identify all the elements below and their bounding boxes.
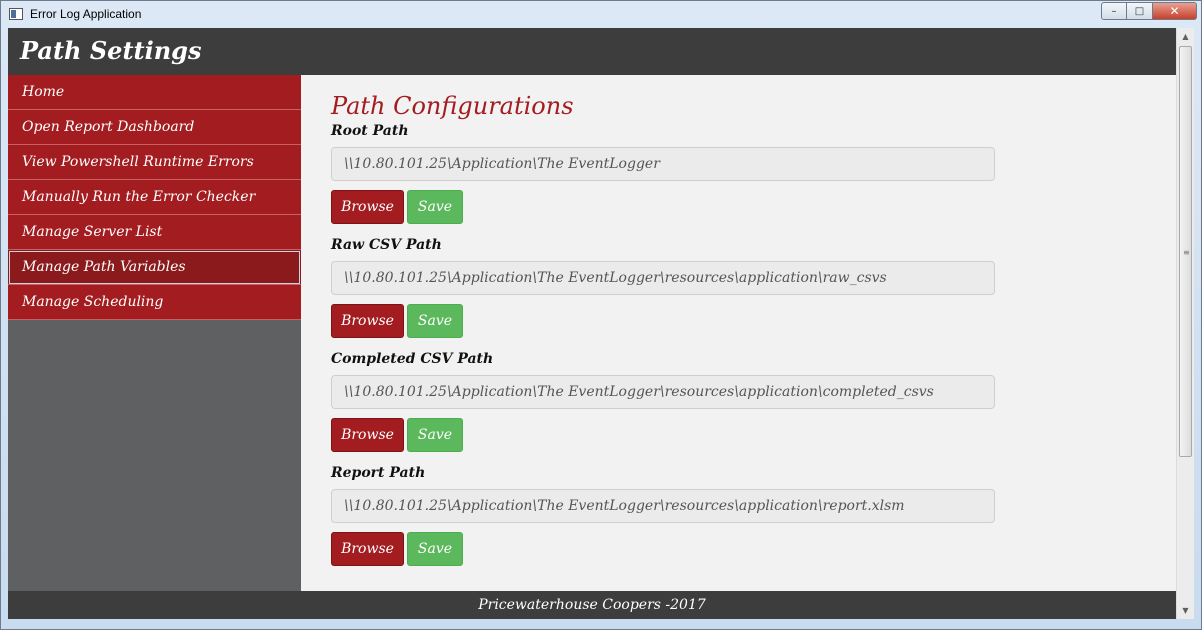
raw-csv-path-label: Raw CSV Path [331, 237, 442, 253]
vertical-scrollbar[interactable]: ▲ ≡ ▼ [1176, 28, 1194, 619]
window-title: Error Log Application [30, 7, 142, 21]
root-path-actions: Browse Save [331, 190, 1176, 224]
main-content: Path Configurations Root Path Browse Sav… [301, 75, 1176, 591]
sidebar-item-home[interactable]: Home [8, 75, 301, 110]
root-path-save-button[interactable]: Save [407, 190, 463, 224]
report-path-actions: Browse Save [331, 532, 1176, 566]
report-path-save-button[interactable]: Save [407, 532, 463, 566]
report-path-browse-button[interactable]: Browse [331, 532, 404, 566]
report-path-label: Report Path [331, 465, 426, 481]
sidebar: Home Open Report Dashboard View Powershe… [8, 75, 301, 591]
root-path-input[interactable] [331, 147, 995, 181]
maximize-button[interactable]: □ [1127, 2, 1153, 20]
close-button[interactable]: ✕ [1153, 2, 1197, 20]
footer-text: Pricewaterhouse Coopers -2017 [478, 597, 706, 613]
page-title: Path Settings [20, 36, 202, 65]
section-heading: Path Configurations [331, 92, 574, 120]
scroll-down-icon[interactable]: ▼ [1177, 602, 1194, 619]
page-header: Path Settings [8, 28, 1176, 75]
app-icon [9, 8, 23, 20]
sidebar-item-manage-scheduling[interactable]: Manage Scheduling [8, 285, 301, 320]
sidebar-item-manage-path-variables[interactable]: Manage Path Variables [8, 250, 301, 285]
raw-csv-path-actions: Browse Save [331, 304, 1176, 338]
scroll-grip-icon: ≡ [1183, 248, 1190, 257]
completed-csv-path-group: Completed CSV Path Browse Save [331, 351, 1176, 452]
window-controls: – □ ✕ [1101, 2, 1197, 20]
sidebar-item-view-powershell-runtime-errors[interactable]: View Powershell Runtime Errors [8, 145, 301, 180]
sidebar-item-manually-run-error-checker[interactable]: Manually Run the Error Checker [8, 180, 301, 215]
completed-csv-path-input[interactable] [331, 375, 995, 409]
sidebar-item-manage-server-list[interactable]: Manage Server List [8, 215, 301, 250]
root-path-browse-button[interactable]: Browse [331, 190, 404, 224]
completed-csv-path-actions: Browse Save [331, 418, 1176, 452]
scroll-up-icon[interactable]: ▲ [1177, 28, 1194, 45]
report-path-input[interactable] [331, 489, 995, 523]
completed-csv-path-browse-button[interactable]: Browse [331, 418, 404, 452]
root-path-group: Root Path Browse Save [331, 123, 1176, 224]
app-window: Error Log Application – □ ✕ Path Setting… [0, 0, 1202, 630]
minimize-button[interactable]: – [1101, 2, 1127, 20]
sidebar-item-open-report-dashboard[interactable]: Open Report Dashboard [8, 110, 301, 145]
client-area: Path Settings Home Open Report Dashboard… [8, 28, 1176, 619]
report-path-group: Report Path Browse Save [331, 465, 1176, 566]
completed-csv-path-save-button[interactable]: Save [407, 418, 463, 452]
raw-csv-path-group: Raw CSV Path Browse Save [331, 237, 1176, 338]
page-footer: Pricewaterhouse Coopers -2017 [8, 591, 1176, 619]
title-bar[interactable]: Error Log Application – □ ✕ [1, 1, 1201, 28]
raw-csv-path-save-button[interactable]: Save [407, 304, 463, 338]
completed-csv-path-label: Completed CSV Path [331, 351, 494, 367]
raw-csv-path-browse-button[interactable]: Browse [331, 304, 404, 338]
scroll-thumb[interactable]: ≡ [1179, 46, 1192, 457]
root-path-label: Root Path [331, 123, 409, 139]
raw-csv-path-input[interactable] [331, 261, 995, 295]
